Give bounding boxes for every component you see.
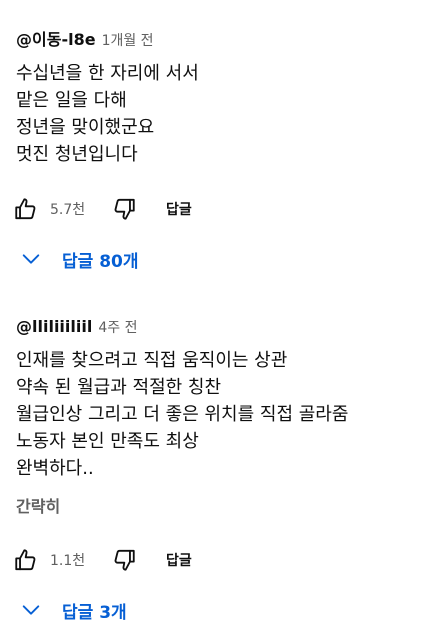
reply-button[interactable]: 답글 [166, 199, 192, 219]
chevron-down-icon [22, 605, 40, 615]
comment-author[interactable]: @이동-l8e [16, 26, 96, 54]
like-button[interactable] [10, 544, 42, 576]
comment-line: 약속 된 월급과 적절한 칭찬 [16, 377, 222, 398]
replies-count-label: 답글 3개 [62, 602, 127, 623]
dislike-button[interactable] [108, 544, 140, 576]
comment-timestamp[interactable]: 4주 전 [98, 314, 137, 342]
like-count: 1.1천 [50, 553, 86, 569]
dislike-button[interactable] [108, 193, 140, 225]
comment-line: 인재를 찾으려고 직접 움직이는 상관 [16, 350, 288, 371]
thumbs-down-icon [114, 198, 135, 220]
thumbs-up-icon [15, 549, 36, 571]
view-replies-button[interactable]: 답글 3개 [20, 595, 127, 625]
comment-line: 맡은 일을 다해 [16, 90, 127, 111]
comment-line: 정년을 맞이했군요 [16, 117, 155, 138]
chevron-down-icon [22, 254, 40, 264]
comment-text: 수십년을 한 자리에 서서 맡은 일을 다해 정년을 맞이했군요 멋진 청년입니… [16, 60, 416, 168]
replies-count-label: 답글 80개 [62, 251, 139, 272]
comment-line: 멋진 청년입니다 [16, 144, 138, 165]
comment-author[interactable]: @lliliiiliil [16, 313, 92, 341]
comment-line: 노동자 본인 만족도 최상 [16, 431, 199, 452]
comment-2: @lliliiiliil 4주 전 인재를 찾으려고 직접 움직이는 상관 약속… [16, 313, 416, 520]
thumbs-up-icon [15, 198, 36, 220]
show-less-button[interactable]: 간략히 [16, 494, 416, 520]
comment-text: 인재를 찾으려고 직접 움직이는 상관 약속 된 월급과 적절한 칭찬 월급인상… [16, 347, 416, 482]
comment-line: 수십년을 한 자리에 서서 [16, 63, 199, 84]
comment-1: @이동-l8e 1개월 전 수십년을 한 자리에 서서 맡은 일을 다해 정년을… [16, 26, 416, 168]
like-button[interactable] [10, 193, 42, 225]
view-replies-button[interactable]: 답글 80개 [20, 244, 139, 274]
comment-line: 월급인상 그리고 더 좋은 위치를 직접 골라줌 [16, 404, 349, 425]
like-count: 5.7천 [50, 202, 86, 218]
comment-header: @이동-l8e 1개월 전 [16, 26, 416, 54]
comment-line: 완벽하다.. [16, 458, 94, 479]
comment-timestamp[interactable]: 1개월 전 [102, 27, 154, 55]
comment-action-bar: 5.7천 답글 [10, 193, 192, 225]
thumbs-down-icon [114, 549, 135, 571]
comment-header: @lliliiiliil 4주 전 [16, 313, 416, 341]
comment-action-bar: 1.1천 답글 [10, 544, 192, 576]
reply-button[interactable]: 답글 [166, 550, 192, 570]
